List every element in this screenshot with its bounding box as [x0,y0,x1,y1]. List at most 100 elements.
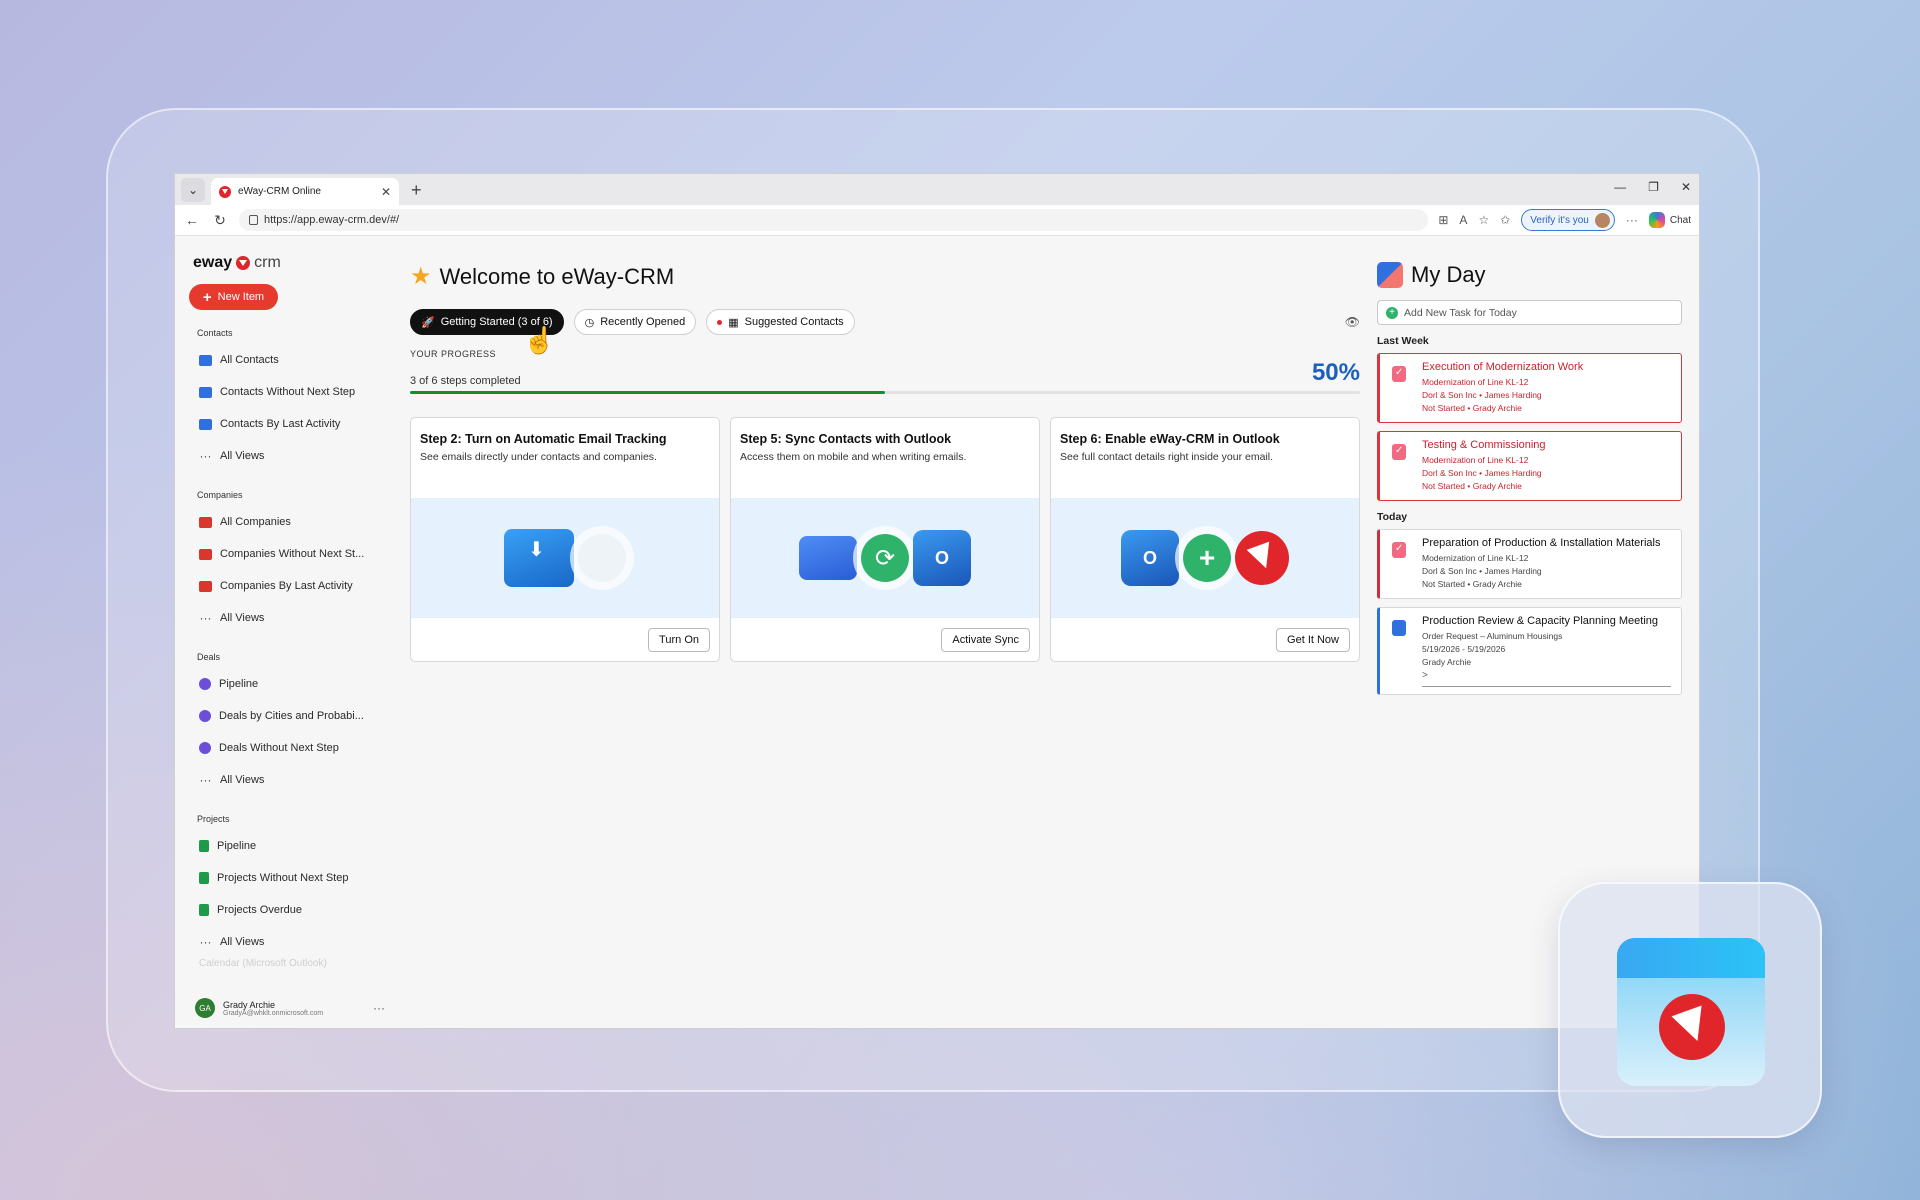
add-task-input[interactable]: + Add New Task for Today [1377,300,1682,325]
sidebar-item-contacts-all-views[interactable]: ··· All Views [189,440,375,472]
url-field[interactable]: https://app.eway-crm.dev/#/ [239,209,1429,231]
verify-profile-button[interactable]: Verify it's you [1521,209,1615,231]
copilot-chat-button[interactable]: Chat [1648,212,1691,228]
new-item-button[interactable]: + New Item [189,284,278,310]
contact-card-icon [199,354,212,366]
address-bar: ← ↻ https://app.eway-crm.dev/#/ ⊞ A ☆ ✩ … [175,205,1699,236]
sidebar-item-companies-without-next-step[interactable]: Companies Without Next St... [189,538,375,570]
close-tab-icon[interactable]: ✕ [381,185,391,199]
meeting-item[interactable]: Production Review & Capacity Planning Me… [1377,607,1682,695]
eway-favicon-icon [219,185,231,198]
minimize-icon[interactable]: — [1614,180,1626,194]
favorite-star-icon[interactable]: ☆ [1478,213,1489,227]
favorites-icon[interactable]: ✩ [1500,213,1510,227]
ellipsis-icon: ··· [199,448,212,463]
task-item[interactable]: Execution of Modernization Work Moderniz… [1377,353,1682,423]
close-window-icon[interactable]: ✕ [1681,180,1691,194]
tab-suggested-contacts[interactable]: ▦ Suggested Contacts [706,309,855,335]
visibility-eye-icon[interactable]: 👁 [1345,315,1360,329]
get-it-now-button[interactable]: Get It Now [1276,628,1350,652]
sidebar-item-label: All Views [220,774,265,786]
chat-label: Chat [1669,214,1691,226]
tab-bar: ⌄ eWay-CRM Online ✕ + — ❐ ✕ [175,174,1699,205]
task-project: Modernization of Line KL-12 [1422,553,1529,563]
email-download-icon [504,529,574,587]
task-status: Not Started • Grady Archie [1422,579,1522,589]
sidebar-item-deals-all-views[interactable]: ··· All Views [189,764,375,796]
step-card-outlook-addin: Step 6: Enable eWay-CRM in Outlook See f… [1050,417,1360,662]
sidebar-item-label: All Views [220,936,265,948]
back-icon[interactable]: ← [183,212,201,228]
sidebar-item-all-companies[interactable]: All Companies [189,506,375,538]
eway-logo-icon [1659,994,1725,1060]
sidebar-item-companies-all-views[interactable]: ··· All Views [189,602,375,634]
task-project: Modernization of Line KL-12 [1422,377,1529,387]
activate-sync-button[interactable]: Activate Sync [941,628,1030,652]
main-panel: ★ Welcome to eWay-CRM 🚀 Getting Started … [410,236,1360,662]
hand-cursor-icon: ☝ [523,325,556,355]
meeting-owner: Grady Archie [1422,657,1472,667]
user-email: GradyA@whklt.onmicrosoft.com [223,1009,324,1017]
task-item[interactable]: Testing & Commissioning Modernization of… [1377,431,1682,501]
browser-window: ⌄ eWay-CRM Online ✕ + — ❐ ✕ ← ↻ https://… [174,173,1700,1029]
sidebar-item-projects-all-views[interactable]: ··· All Views [189,926,375,958]
contact-card-icon [199,386,212,398]
meeting-dates: 5/19/2026 - 5/19/2026 [1422,644,1506,654]
sidebar-item-contacts-by-last-activity[interactable]: Contacts By Last Activity [189,408,375,440]
apps-icon[interactable]: ⊞ [1438,213,1448,227]
sidebar-item-deals-by-cities[interactable]: Deals by Cities and Probabi... [189,700,375,732]
turn-on-button[interactable]: Turn On [648,628,710,652]
tab-actions-chevron-icon[interactable]: ⌄ [181,178,205,202]
task-title: Preparation of Production & Installation… [1422,537,1661,549]
calendar-band [1617,938,1765,978]
task-status: Not Started • Grady Archie [1422,481,1522,491]
calendar-task-icon [1377,262,1403,288]
deal-icon [199,678,211,690]
sidebar-item-label: Companies Without Next St... [220,548,365,560]
sidebar-item-label: Projects Without Next Step [217,872,349,884]
pointer-icon [578,534,626,582]
meeting-deal: Order Request – Aluminum Housings [1422,631,1563,641]
eway-heart-icon [236,256,251,270]
progress-row: 3 of 6 steps completed 50% [410,359,1360,387]
company-icon [199,580,212,592]
sidebar-item-label: Contacts Without Next Step [220,386,356,398]
rocket-icon: 🚀 [421,316,435,329]
sidebar-item-projects-without-next-step[interactable]: Projects Without Next Step [189,862,375,894]
app-icon-tile [1558,882,1822,1138]
sidebar-item-contacts-without-next-step[interactable]: Contacts Without Next Step [189,376,375,408]
expand-chevron-icon[interactable]: > [1422,669,1671,682]
sidebar-item-calendar[interactable]: Calendar (Microsoft Outlook) [189,958,375,974]
verify-label: Verify it's you [1530,214,1589,226]
task-check-icon [1392,366,1406,382]
sidebar-item-companies-by-last-activity[interactable]: Companies By Last Activity [189,570,375,602]
more-icon[interactable]: ··· [1626,213,1638,227]
user-profile[interactable]: GA Grady Archie GradyA@whklt.onmicrosoft… [195,998,385,1018]
restore-icon[interactable]: ❐ [1648,180,1659,194]
sidebar-item-deals-without-next-step[interactable]: Deals Without Next Step [189,732,375,764]
progress-bar [410,391,1360,394]
step-card-sync-contacts: Step 5: Sync Contacts with Outlook Acces… [730,417,1040,662]
read-aloud-icon[interactable]: A [1459,213,1467,227]
my-day-title: My Day [1411,262,1486,287]
contacts-icon: ▦ [728,316,739,329]
sidebar-item-projects-overdue[interactable]: Projects Overdue [189,894,375,926]
task-item[interactable]: Preparation of Production & Installation… [1377,529,1682,599]
sidebar-item-projects-pipeline[interactable]: Pipeline [189,830,375,862]
logo-word: eway [193,254,233,271]
user-more-icon[interactable]: ··· [373,1001,385,1015]
calendar-icon [1392,620,1406,636]
tab-recently-opened[interactable]: ◷ Recently Opened [573,309,697,335]
steps-completed: 3 of 6 steps completed [410,375,521,387]
outlook-addin-illustration: O + [1051,498,1359,618]
deal-icon [199,742,211,754]
profile-avatar [1594,212,1610,228]
sidebar-item-all-contacts[interactable]: All Contacts [189,344,375,376]
ellipsis-icon: ··· [199,934,212,949]
browser-tab[interactable]: eWay-CRM Online ✕ [211,178,399,205]
task-details: Modernization of Line KL-12 Dorl & Son I… [1422,454,1671,493]
refresh-icon[interactable]: ↻ [211,212,229,229]
add-icon: + [1183,534,1231,582]
sidebar-item-deals-pipeline[interactable]: Pipeline [189,668,375,700]
new-tab-icon[interactable]: + [411,180,422,201]
